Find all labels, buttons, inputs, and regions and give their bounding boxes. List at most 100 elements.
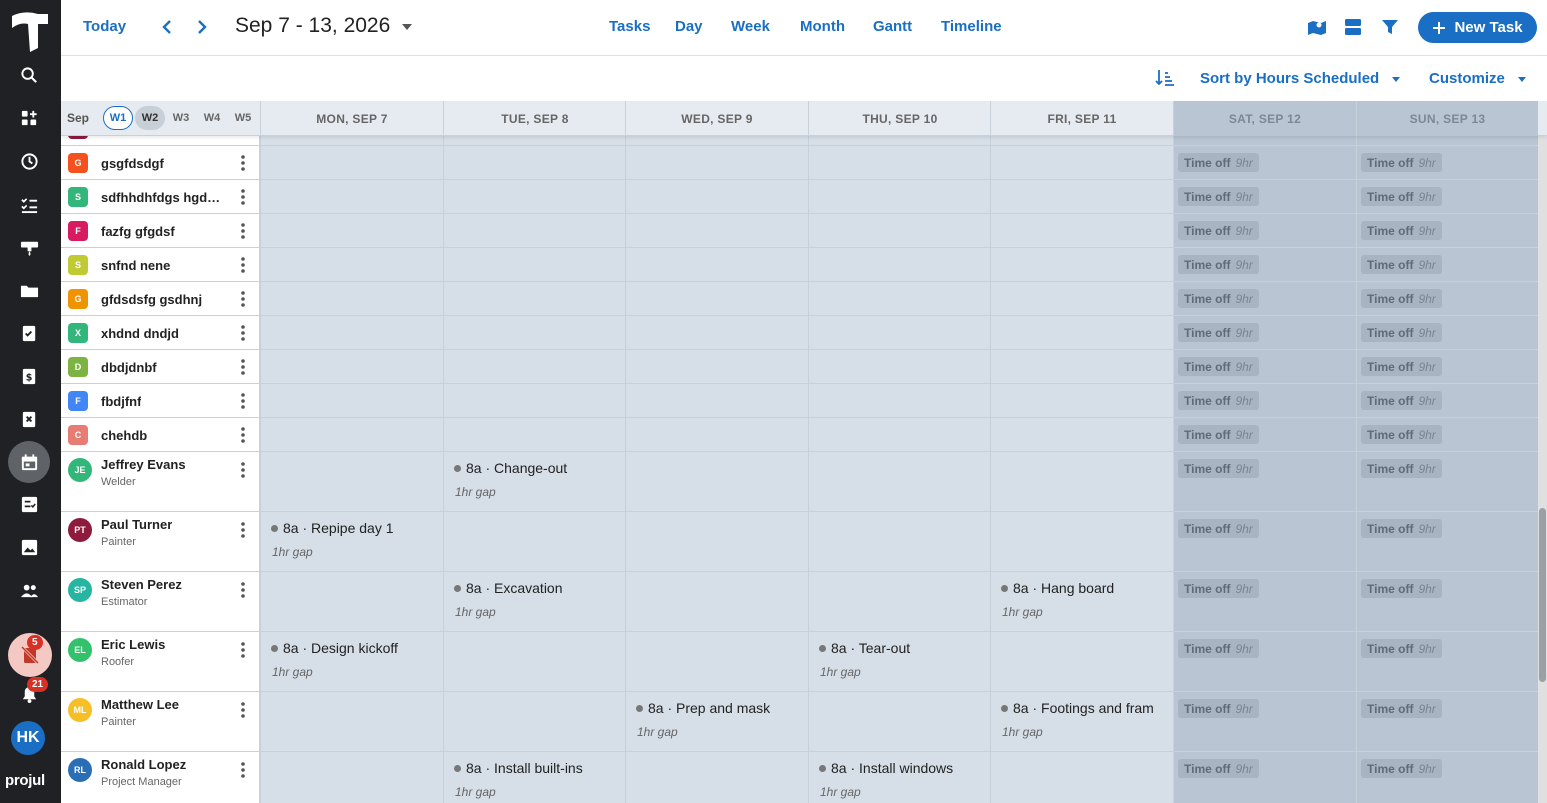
- day-header[interactable]: MON, SEP 7: [260, 101, 443, 136]
- day-header[interactable]: SAT, SEP 12: [1173, 101, 1356, 136]
- tab-tasks[interactable]: Tasks: [609, 18, 650, 35]
- task-entry[interactable]: 8a · Footings and fram: [1001, 700, 1154, 716]
- day-cell[interactable]: [808, 214, 991, 247]
- day-cell[interactable]: [625, 752, 808, 803]
- time-off-chip[interactable]: Time off 9hr: [1361, 519, 1442, 538]
- resource-name-cell[interactable]: Cchehdb: [61, 418, 260, 451]
- time-off-chip[interactable]: Time off 9hr: [1178, 391, 1259, 410]
- day-cell[interactable]: 8a · Hang board 1hr gap: [990, 572, 1173, 631]
- time-off-chip[interactable]: Time off 9hr: [1361, 639, 1442, 658]
- more-options-icon[interactable]: [240, 641, 246, 659]
- day-cell[interactable]: Time off 9hr: [1356, 752, 1538, 803]
- previous-week-button[interactable]: [157, 16, 177, 38]
- day-cell[interactable]: Time off 9hr: [1173, 692, 1356, 751]
- more-options-icon[interactable]: [240, 358, 246, 376]
- time-off-chip[interactable]: Time off 9hr: [1178, 255, 1259, 274]
- day-cell[interactable]: Time off 9hr: [1356, 384, 1538, 417]
- time-off-chip[interactable]: Time off 9hr: [1361, 153, 1442, 172]
- more-options-icon[interactable]: [240, 188, 246, 206]
- plumbing-icon[interactable]: [15, 233, 43, 261]
- map-icon[interactable]: [1305, 15, 1329, 39]
- day-cell[interactable]: 8a · Tear-out 1hr gap: [808, 632, 991, 691]
- day-cell[interactable]: [260, 248, 443, 281]
- day-cell[interactable]: [625, 136, 808, 145]
- day-cell[interactable]: [260, 692, 443, 751]
- day-cell[interactable]: [260, 452, 443, 511]
- more-options-icon[interactable]: [240, 761, 246, 779]
- filter-icon[interactable]: [1378, 15, 1402, 39]
- today-button[interactable]: Today: [83, 18, 126, 35]
- day-cell[interactable]: [1356, 136, 1538, 145]
- time-off-chip[interactable]: Time off 9hr: [1361, 289, 1442, 308]
- more-options-icon[interactable]: [240, 290, 246, 308]
- day-cell[interactable]: [808, 418, 991, 451]
- day-cell[interactable]: [260, 418, 443, 451]
- day-cell[interactable]: 8a · Install windows 1hr gap: [808, 752, 991, 803]
- day-cell[interactable]: [808, 248, 991, 281]
- more-options-icon[interactable]: [240, 392, 246, 410]
- tab-week[interactable]: Week: [731, 18, 770, 35]
- day-cell[interactable]: Time off 9hr: [1356, 572, 1538, 631]
- day-cell[interactable]: [990, 136, 1173, 145]
- day-header[interactable]: WED, SEP 9: [625, 101, 808, 136]
- day-cell[interactable]: [625, 214, 808, 247]
- day-cell[interactable]: [1173, 136, 1356, 145]
- day-cell[interactable]: [808, 572, 991, 631]
- day-cell[interactable]: Time off 9hr: [1173, 214, 1356, 247]
- time-off-chip[interactable]: Time off 9hr: [1361, 323, 1442, 342]
- task-entry[interactable]: 8a · Excavation: [454, 580, 563, 596]
- task-entry[interactable]: 8a · Design kickoff: [271, 640, 398, 656]
- day-cell[interactable]: [625, 248, 808, 281]
- day-cell[interactable]: [443, 146, 626, 179]
- resource-name-cell[interactable]: PT Paul Turner Painter: [61, 512, 260, 571]
- time-off-chip[interactable]: Time off 9hr: [1178, 221, 1259, 240]
- time-off-chip[interactable]: Time off 9hr: [1178, 519, 1259, 538]
- week-pill-w4[interactable]: W4: [197, 106, 227, 130]
- day-cell[interactable]: [260, 180, 443, 213]
- more-options-icon[interactable]: [240, 256, 246, 274]
- day-cell[interactable]: Time off 9hr: [1173, 632, 1356, 691]
- day-cell[interactable]: [808, 384, 991, 417]
- day-cell[interactable]: [625, 452, 808, 511]
- folder-icon[interactable]: [15, 276, 43, 304]
- resource-name-cell[interactable]: Ggfdsdsfg gsdhnj: [61, 282, 260, 315]
- day-cell[interactable]: [808, 180, 991, 213]
- day-cell[interactable]: [990, 632, 1173, 691]
- day-cell[interactable]: [443, 136, 626, 145]
- day-cell[interactable]: [990, 282, 1173, 315]
- day-cell[interactable]: [625, 384, 808, 417]
- day-cell[interactable]: 8a · Design kickoff 1hr gap: [260, 632, 443, 691]
- more-options-icon[interactable]: [240, 426, 246, 444]
- day-cell[interactable]: 8a · Prep and mask 1hr gap: [625, 692, 808, 751]
- layout-rows-icon[interactable]: [1341, 15, 1365, 39]
- tab-timeline[interactable]: Timeline: [941, 18, 1002, 35]
- new-task-button[interactable]: New Task: [1418, 12, 1537, 43]
- day-cell[interactable]: [260, 384, 443, 417]
- week-pill-w2[interactable]: W2: [135, 106, 165, 130]
- tasks-list-icon[interactable]: [15, 490, 43, 518]
- day-cell[interactable]: [260, 136, 443, 145]
- day-cell[interactable]: [260, 752, 443, 803]
- time-off-chip[interactable]: Time off 9hr: [1178, 289, 1259, 308]
- vertical-scrollbar[interactable]: [1538, 136, 1547, 803]
- invoice-icon[interactable]: $: [15, 362, 43, 390]
- day-cell[interactable]: Time off 9hr: [1356, 512, 1538, 571]
- day-cell[interactable]: 8a · Excavation 1hr gap: [443, 572, 626, 631]
- day-cell[interactable]: [625, 180, 808, 213]
- resource-name-cell[interactable]: Ssdfhhdhfdgs hgdhfd: [61, 180, 260, 213]
- task-entry[interactable]: 8a · Change-out: [454, 460, 567, 476]
- clock-icon[interactable]: [15, 147, 43, 175]
- day-cell[interactable]: [990, 316, 1173, 349]
- day-cell[interactable]: Time off 9hr: [1173, 752, 1356, 803]
- day-cell[interactable]: Time off 9hr: [1173, 146, 1356, 179]
- resource-name-cell[interactable]: Ssnfnd nene: [61, 248, 260, 281]
- day-cell[interactable]: [625, 512, 808, 571]
- resource-name-cell[interactable]: RL Ronald Lopez Project Manager: [61, 752, 260, 803]
- day-cell[interactable]: [808, 350, 991, 383]
- day-header[interactable]: SUN, SEP 13: [1356, 101, 1538, 136]
- day-cell[interactable]: [443, 214, 626, 247]
- day-cell[interactable]: 8a · Install built-ins 1hr gap: [443, 752, 626, 803]
- resource-name-cell[interactable]: Xxhdnd dndjd: [61, 316, 260, 349]
- day-cell[interactable]: [443, 692, 626, 751]
- task-entry[interactable]: 8a · Install windows: [819, 760, 953, 776]
